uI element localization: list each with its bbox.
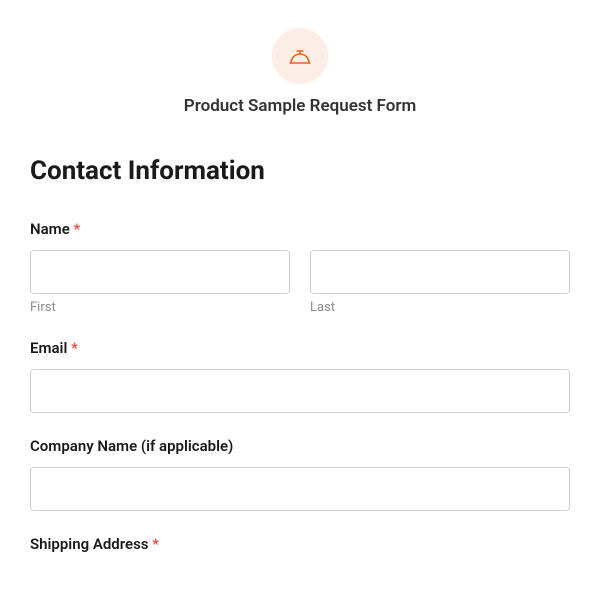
required-mark: * [152,535,159,553]
email-label-text: Email [30,339,67,357]
name-label: Name * [30,220,570,238]
first-name-input[interactable] [30,250,290,294]
shipping-field-group: Shipping Address * [30,535,570,553]
company-label-text: Company Name (if applicable) [30,437,233,455]
name-label-text: Name [30,220,70,238]
required-mark: * [71,339,78,357]
service-bell-icon [285,41,315,71]
bell-icon-wrap [272,28,328,84]
email-input[interactable] [30,369,570,413]
last-name-input[interactable] [310,250,570,294]
section-title: Contact Information [30,156,570,186]
first-name-sublabel: First [30,300,290,315]
email-field-group: Email * [30,339,570,413]
name-field-group: Name * First Last [30,220,570,315]
company-input[interactable] [30,467,570,511]
email-label: Email * [30,339,570,357]
company-field-group: Company Name (if applicable) [30,437,570,511]
form-title: Product Sample Request Form [30,96,570,116]
company-label: Company Name (if applicable) [30,437,570,455]
required-mark: * [74,220,81,238]
shipping-label: Shipping Address * [30,535,570,553]
shipping-label-text: Shipping Address [30,535,149,553]
last-name-sublabel: Last [310,300,570,315]
